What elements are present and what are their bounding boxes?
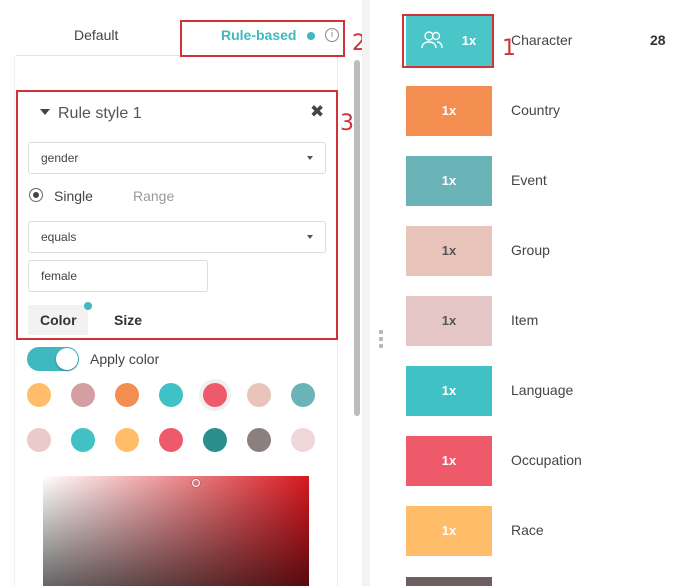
category-row[interactable]: 1x Item bbox=[406, 296, 685, 346]
category-style-chip[interactable]: 1x bbox=[406, 506, 492, 556]
category-name: Character bbox=[511, 32, 573, 48]
category-name: Language bbox=[511, 382, 574, 398]
color-swatch[interactable] bbox=[291, 383, 315, 407]
collapse-caret-icon[interactable] bbox=[40, 109, 50, 115]
property-select-value: gender bbox=[41, 151, 79, 165]
annotation-box-2 bbox=[180, 20, 345, 57]
color-swatch[interactable] bbox=[159, 428, 183, 452]
category-multiplier: 1x bbox=[441, 383, 457, 398]
category-row[interactable]: 1x Race bbox=[406, 506, 685, 556]
category-count: 28 bbox=[650, 32, 666, 48]
color-swatch[interactable] bbox=[115, 428, 139, 452]
category-style-chip[interactable]: 1x bbox=[406, 436, 492, 486]
category-style-chip[interactable]: 1x bbox=[406, 366, 492, 416]
color-swatch[interactable] bbox=[27, 428, 51, 452]
color-swatch[interactable] bbox=[291, 428, 315, 452]
color-swatch[interactable] bbox=[27, 383, 51, 407]
category-name: Race bbox=[511, 522, 544, 538]
operator-select-value: equals bbox=[41, 230, 77, 244]
category-multiplier: 1x bbox=[441, 103, 457, 118]
color-swatch[interactable] bbox=[247, 428, 271, 452]
category-multiplier: 1x bbox=[441, 313, 457, 328]
scrollbar[interactable] bbox=[354, 60, 360, 416]
category-name: Event bbox=[511, 172, 547, 188]
subtab-color[interactable]: Color bbox=[28, 305, 88, 335]
category-multiplier: 1x bbox=[441, 173, 457, 188]
category-row[interactable]: 1x Language bbox=[406, 366, 685, 416]
color-swatch[interactable] bbox=[115, 383, 139, 407]
rule-style-card: Rule style 1 ✖ gender Single Range equal… bbox=[16, 90, 338, 340]
annotation-number-3: 3 bbox=[340, 111, 354, 136]
category-row[interactable]: 1x Occupation bbox=[406, 436, 685, 486]
category-style-chip[interactable] bbox=[406, 577, 492, 586]
property-select[interactable]: gender bbox=[28, 142, 326, 174]
color-swatch[interactable] bbox=[159, 383, 183, 407]
category-name: Item bbox=[511, 312, 539, 328]
category-style-chip[interactable]: 1x bbox=[406, 156, 492, 206]
category-name: Occupation bbox=[511, 452, 582, 468]
rule-title: Rule style 1 bbox=[58, 105, 142, 122]
category-row[interactable]: 1x Group bbox=[406, 226, 685, 276]
category-row[interactable]: 1x Event bbox=[406, 156, 685, 206]
color-swatch[interactable] bbox=[203, 428, 227, 452]
pane-divider bbox=[362, 0, 370, 586]
category-multiplier: 1x bbox=[441, 523, 457, 538]
color-swatch[interactable] bbox=[71, 428, 95, 452]
radio-single[interactable] bbox=[29, 188, 43, 202]
category-multiplier: 1x bbox=[441, 453, 457, 468]
color-swatch[interactable] bbox=[203, 383, 227, 407]
category-name: Group bbox=[511, 242, 550, 258]
color-picker-area[interactable] bbox=[43, 476, 309, 586]
drag-handle-icon[interactable] bbox=[379, 330, 385, 354]
operator-select[interactable]: equals bbox=[28, 221, 326, 253]
apply-color-toggle[interactable] bbox=[27, 347, 79, 371]
rule-value-input[interactable]: female bbox=[28, 260, 208, 292]
category-row[interactable]: 1x Character 28 bbox=[406, 16, 685, 66]
color-swatch[interactable] bbox=[247, 383, 271, 407]
tab-default[interactable]: Default bbox=[74, 27, 118, 43]
category-style-chip[interactable]: 1x bbox=[406, 296, 492, 346]
close-icon[interactable]: ✖ bbox=[310, 102, 324, 122]
radio-range-label[interactable]: Range bbox=[133, 188, 174, 204]
subtab-color-indicator bbox=[84, 302, 92, 310]
apply-color-label: Apply color bbox=[90, 351, 160, 367]
color-picker-handle[interactable] bbox=[192, 479, 200, 487]
category-style-chip[interactable]: 1x bbox=[406, 16, 492, 66]
category-style-chip[interactable]: 1x bbox=[406, 86, 492, 136]
style-panel: Default Rule-based i Rule style 1 ✖ gend… bbox=[0, 0, 362, 586]
category-row[interactable]: 1x Country bbox=[406, 86, 685, 136]
category-multiplier: 1x bbox=[441, 243, 457, 258]
category-name: Country bbox=[511, 102, 561, 118]
rule-value-text: female bbox=[41, 269, 78, 283]
chevron-down-icon bbox=[307, 156, 313, 160]
people-icon bbox=[421, 31, 443, 49]
color-swatch[interactable] bbox=[71, 383, 95, 407]
chevron-down-icon bbox=[307, 235, 313, 239]
subtab-size[interactable]: Size bbox=[114, 305, 142, 335]
radio-single-label: Single bbox=[54, 188, 93, 204]
category-style-chip[interactable]: 1x bbox=[406, 226, 492, 276]
toggle-knob bbox=[56, 348, 78, 370]
